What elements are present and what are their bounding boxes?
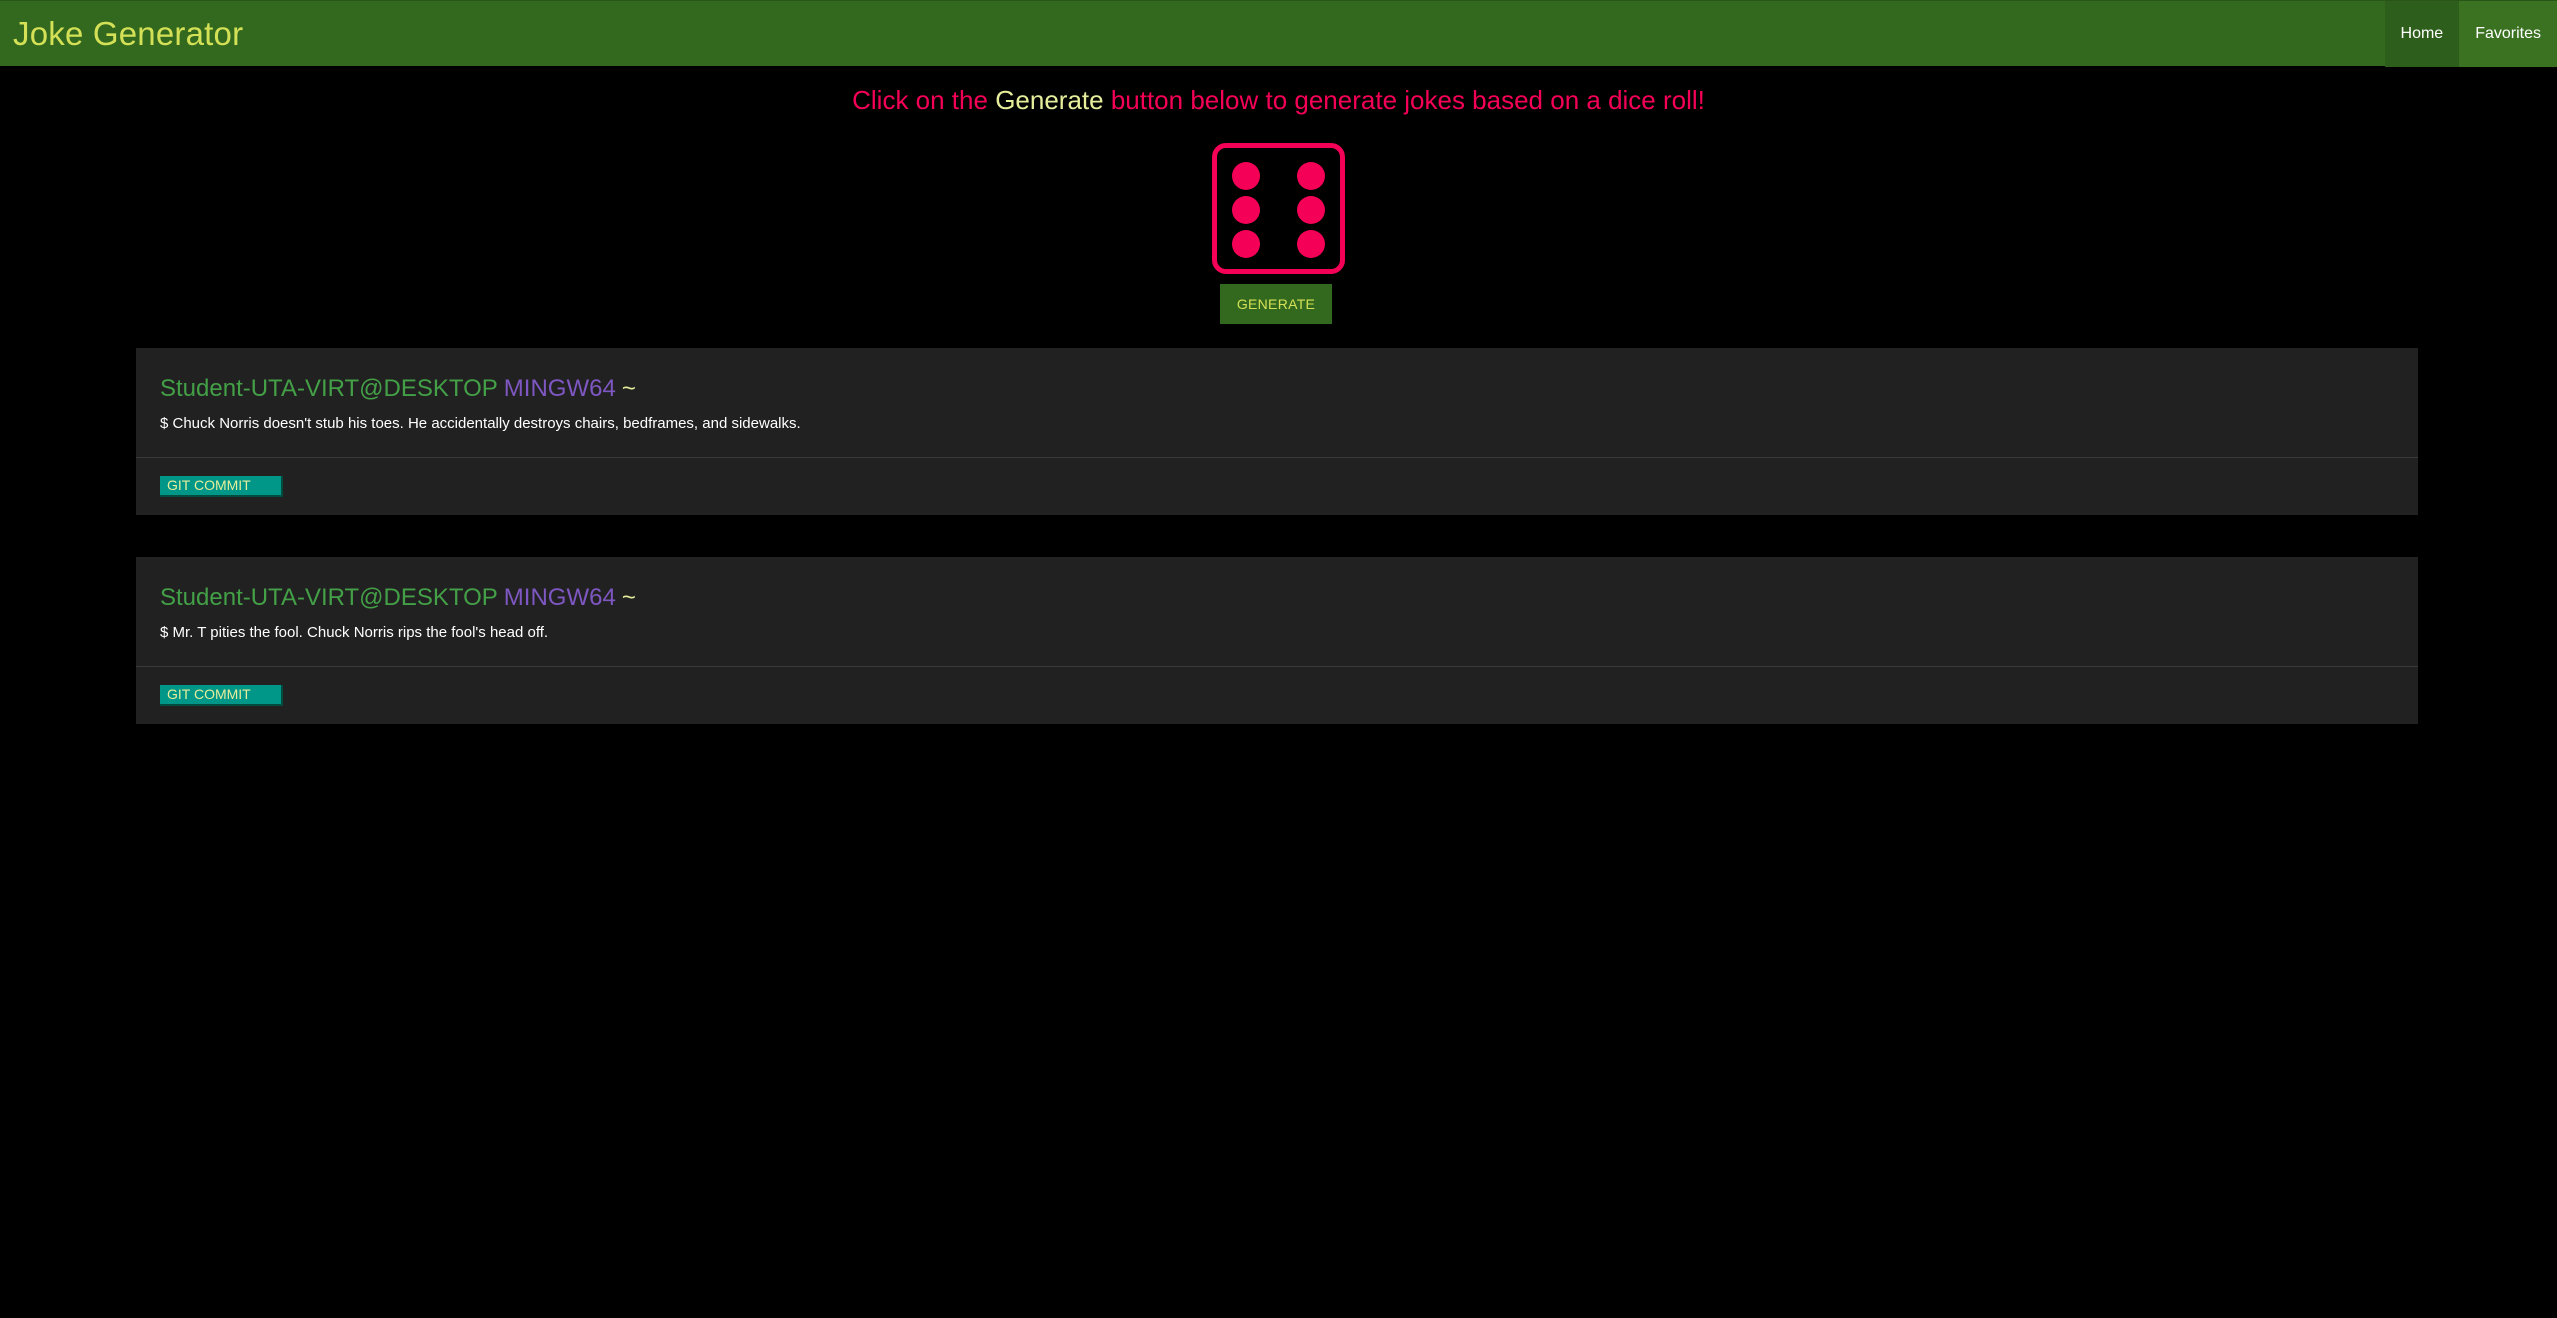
dice-pip <box>1297 162 1325 190</box>
terminal-prompt: Student-UTA-VIRT@DESKTOP MINGW64 ~ <box>160 374 636 404</box>
dice-six-icon <box>1212 143 1345 274</box>
nav-home-link[interactable]: Home <box>2384 1 2460 67</box>
joke-text: $ Mr. T pities the fool. Chuck Norris ri… <box>160 624 549 641</box>
nav-favorites-link[interactable]: Favorites <box>2459 1 2557 67</box>
dice-pip <box>1232 196 1260 224</box>
dice-pip <box>1297 230 1325 258</box>
prompt-user: Student-UTA-VIRT@DESKTOP <box>160 584 498 611</box>
joke-card: Student-UTA-VIRT@DESKTOP MINGW64 ~ $ Chuck… <box>136 348 2418 515</box>
instructions-text-after: button below to generate jokes based on … <box>1103 85 1705 115</box>
prompt-user: Student-UTA-VIRT@DESKTOP <box>160 375 498 402</box>
joke-card: Student-UTA-VIRT@DESKTOP MINGW64 ~ $ Mr. T… <box>136 557 2418 724</box>
dice-pip <box>1297 196 1325 224</box>
generate-button[interactable]: GENERATE <box>1220 284 1332 324</box>
instructions-heading: Click on the Generate button below to ge… <box>0 82 2557 118</box>
dice-pip <box>1232 162 1260 190</box>
terminal-prompt: Student-UTA-VIRT@DESKTOP MINGW64 ~ <box>160 583 636 613</box>
joke-card-content: Student-UTA-VIRT@DESKTOP MINGW64 ~ $ Chuck… <box>136 348 2418 458</box>
dice-pip <box>1232 230 1260 258</box>
joke-card-content: Student-UTA-VIRT@DESKTOP MINGW64 ~ $ Mr. T… <box>136 557 2418 667</box>
prompt-host: MINGW64 <box>503 375 616 402</box>
git-commit-button[interactable]: GIT COMMIT <box>160 476 283 497</box>
instructions-highlight: Generate <box>995 85 1104 115</box>
git-commit-button[interactable]: GIT COMMIT <box>160 685 283 706</box>
prompt-host: MINGW64 <box>503 584 616 611</box>
navbar: Joke Generator Home Favorites <box>0 0 2557 67</box>
instructions-text-before: Click on the <box>852 85 996 115</box>
prompt-tilde: ~ <box>621 584 636 611</box>
nav-links: Home Favorites <box>2384 1 2557 67</box>
joke-text: $ Chuck Norris doesn't stub his toes. He… <box>160 415 801 432</box>
brand-logo[interactable]: Joke Generator <box>13 14 243 54</box>
prompt-tilde: ~ <box>621 375 636 402</box>
